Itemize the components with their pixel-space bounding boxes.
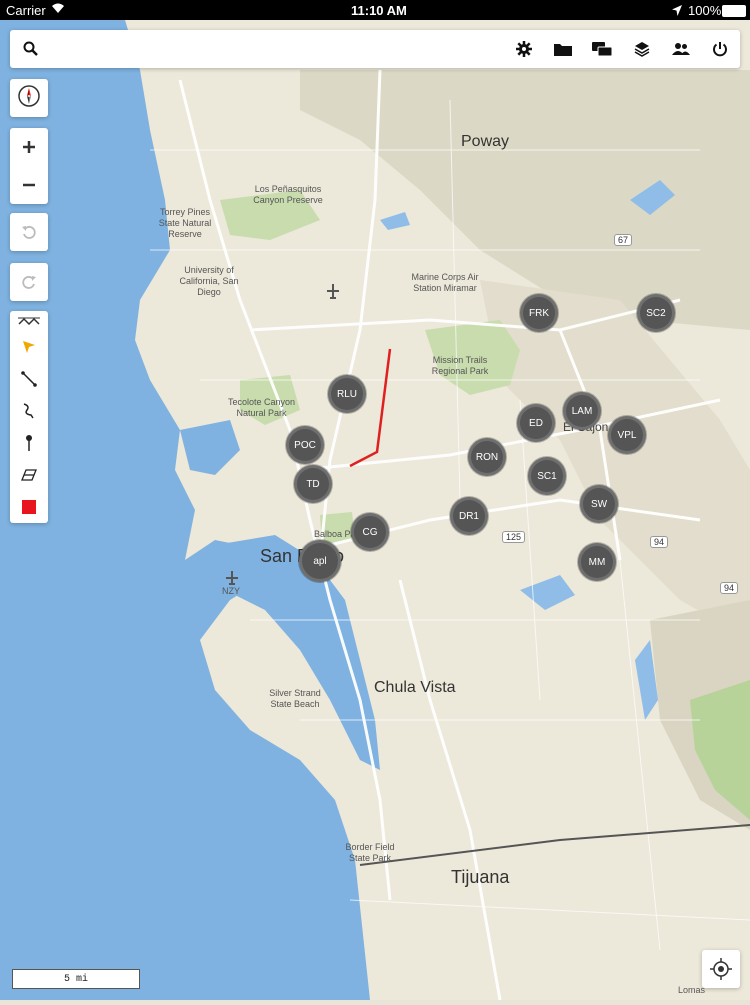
redo-button[interactable] [10, 263, 48, 301]
map-marker[interactable]: POC [286, 426, 324, 464]
chat-icon[interactable] [585, 30, 619, 68]
zoom-in-button[interactable] [10, 128, 48, 166]
select-tool-button[interactable] [10, 331, 48, 363]
place-label-lomas: Lomas [678, 985, 706, 995]
plus-icon [23, 141, 35, 153]
point-tool-button[interactable] [10, 427, 48, 459]
redo-icon [22, 276, 36, 289]
color-swatch [22, 500, 36, 514]
minus-icon [23, 183, 35, 187]
collapse-tools-button[interactable] [10, 311, 48, 331]
scale-bar: 5 mi [12, 969, 140, 989]
clock: 11:10 AM [351, 3, 407, 18]
zoom-control [10, 128, 48, 204]
place-label-chula-vista: Chula Vista [374, 679, 456, 696]
battery-label: 100% [688, 3, 722, 18]
place-label-tecolote: Tecolote Canyon Natural Park [227, 397, 296, 418]
redo-control [10, 263, 48, 301]
chevron-up-icon [18, 317, 40, 325]
map-marker[interactable]: MM [578, 543, 616, 581]
place-label-marine-corps: Marine Corps Air Station Miramar [411, 272, 479, 293]
place-label-poway: Poway [461, 133, 510, 150]
compass-button[interactable] [10, 79, 48, 117]
place-label-silver-strand: Silver Strand State Beach [269, 688, 321, 709]
highway-shield: 94 [650, 536, 669, 548]
undo-control [10, 213, 48, 251]
freehand-icon [23, 403, 34, 419]
line-tool-button[interactable] [10, 363, 48, 395]
drawing-tools [10, 311, 48, 523]
carrier-label: Carrier [6, 3, 46, 18]
map-marker[interactable]: FRK [520, 294, 558, 332]
map-marker[interactable]: LAM [563, 392, 601, 430]
location-arrow-icon [672, 4, 682, 19]
highway-shield: 125 [502, 531, 526, 543]
map-marker[interactable]: DR1 [450, 497, 488, 535]
zoom-out-button[interactable] [10, 166, 48, 204]
eraser-icon [21, 469, 37, 481]
line-icon [21, 371, 37, 387]
status-bar: Carrier 11:10 AM 100% [0, 0, 750, 20]
power-icon[interactable] [703, 30, 737, 68]
place-label-torrey-pines: Torrey Pines State Natural Reserve [158, 207, 212, 239]
map-marker[interactable]: TD [294, 465, 332, 503]
top-toolbar [10, 30, 740, 68]
settings-icon[interactable] [507, 30, 541, 68]
place-label-los-penasquitos: Los Peñasquitos Canyon Preserve [253, 184, 323, 205]
crosshair-icon [710, 958, 732, 980]
map-marker[interactable]: SC1 [528, 457, 566, 495]
highway-shield: 67 [614, 234, 633, 246]
wifi-icon [50, 2, 66, 17]
pointer-icon [23, 341, 35, 353]
battery-icon [722, 5, 746, 17]
compass-icon [17, 84, 41, 113]
place-label-nzy: NZY [222, 586, 240, 596]
place-label-border-field: Border Field State Park [345, 842, 395, 863]
map-marker[interactable]: CG [351, 513, 389, 551]
map-marker[interactable]: ED [517, 404, 555, 442]
undo-button[interactable] [10, 213, 48, 251]
place-label-ucsd: University of California, San Diego [179, 265, 239, 297]
map-marker[interactable]: apl [299, 540, 341, 582]
compass-control [10, 79, 48, 117]
highway-shield: 94 [720, 582, 739, 594]
eraser-tool-button[interactable] [10, 459, 48, 491]
place-label-mission-trails: Mission Trails Regional Park [431, 355, 489, 376]
undo-icon [22, 226, 36, 239]
folder-icon[interactable] [546, 30, 580, 68]
search-icon[interactable] [14, 30, 48, 68]
map-marker[interactable]: RLU [328, 375, 366, 413]
freehand-tool-button[interactable] [10, 395, 48, 427]
place-label-tijuana: Tijuana [451, 867, 510, 887]
pin-icon [26, 435, 32, 451]
layers-icon[interactable] [625, 30, 659, 68]
map-marker[interactable]: SC2 [637, 294, 675, 332]
map-marker[interactable]: VPL [608, 416, 646, 454]
color-picker-button[interactable] [10, 491, 48, 523]
map-marker[interactable]: SW [580, 485, 618, 523]
users-icon[interactable] [664, 30, 698, 68]
map-marker[interactable]: RON [468, 438, 506, 476]
locate-me-button[interactable] [702, 950, 740, 988]
